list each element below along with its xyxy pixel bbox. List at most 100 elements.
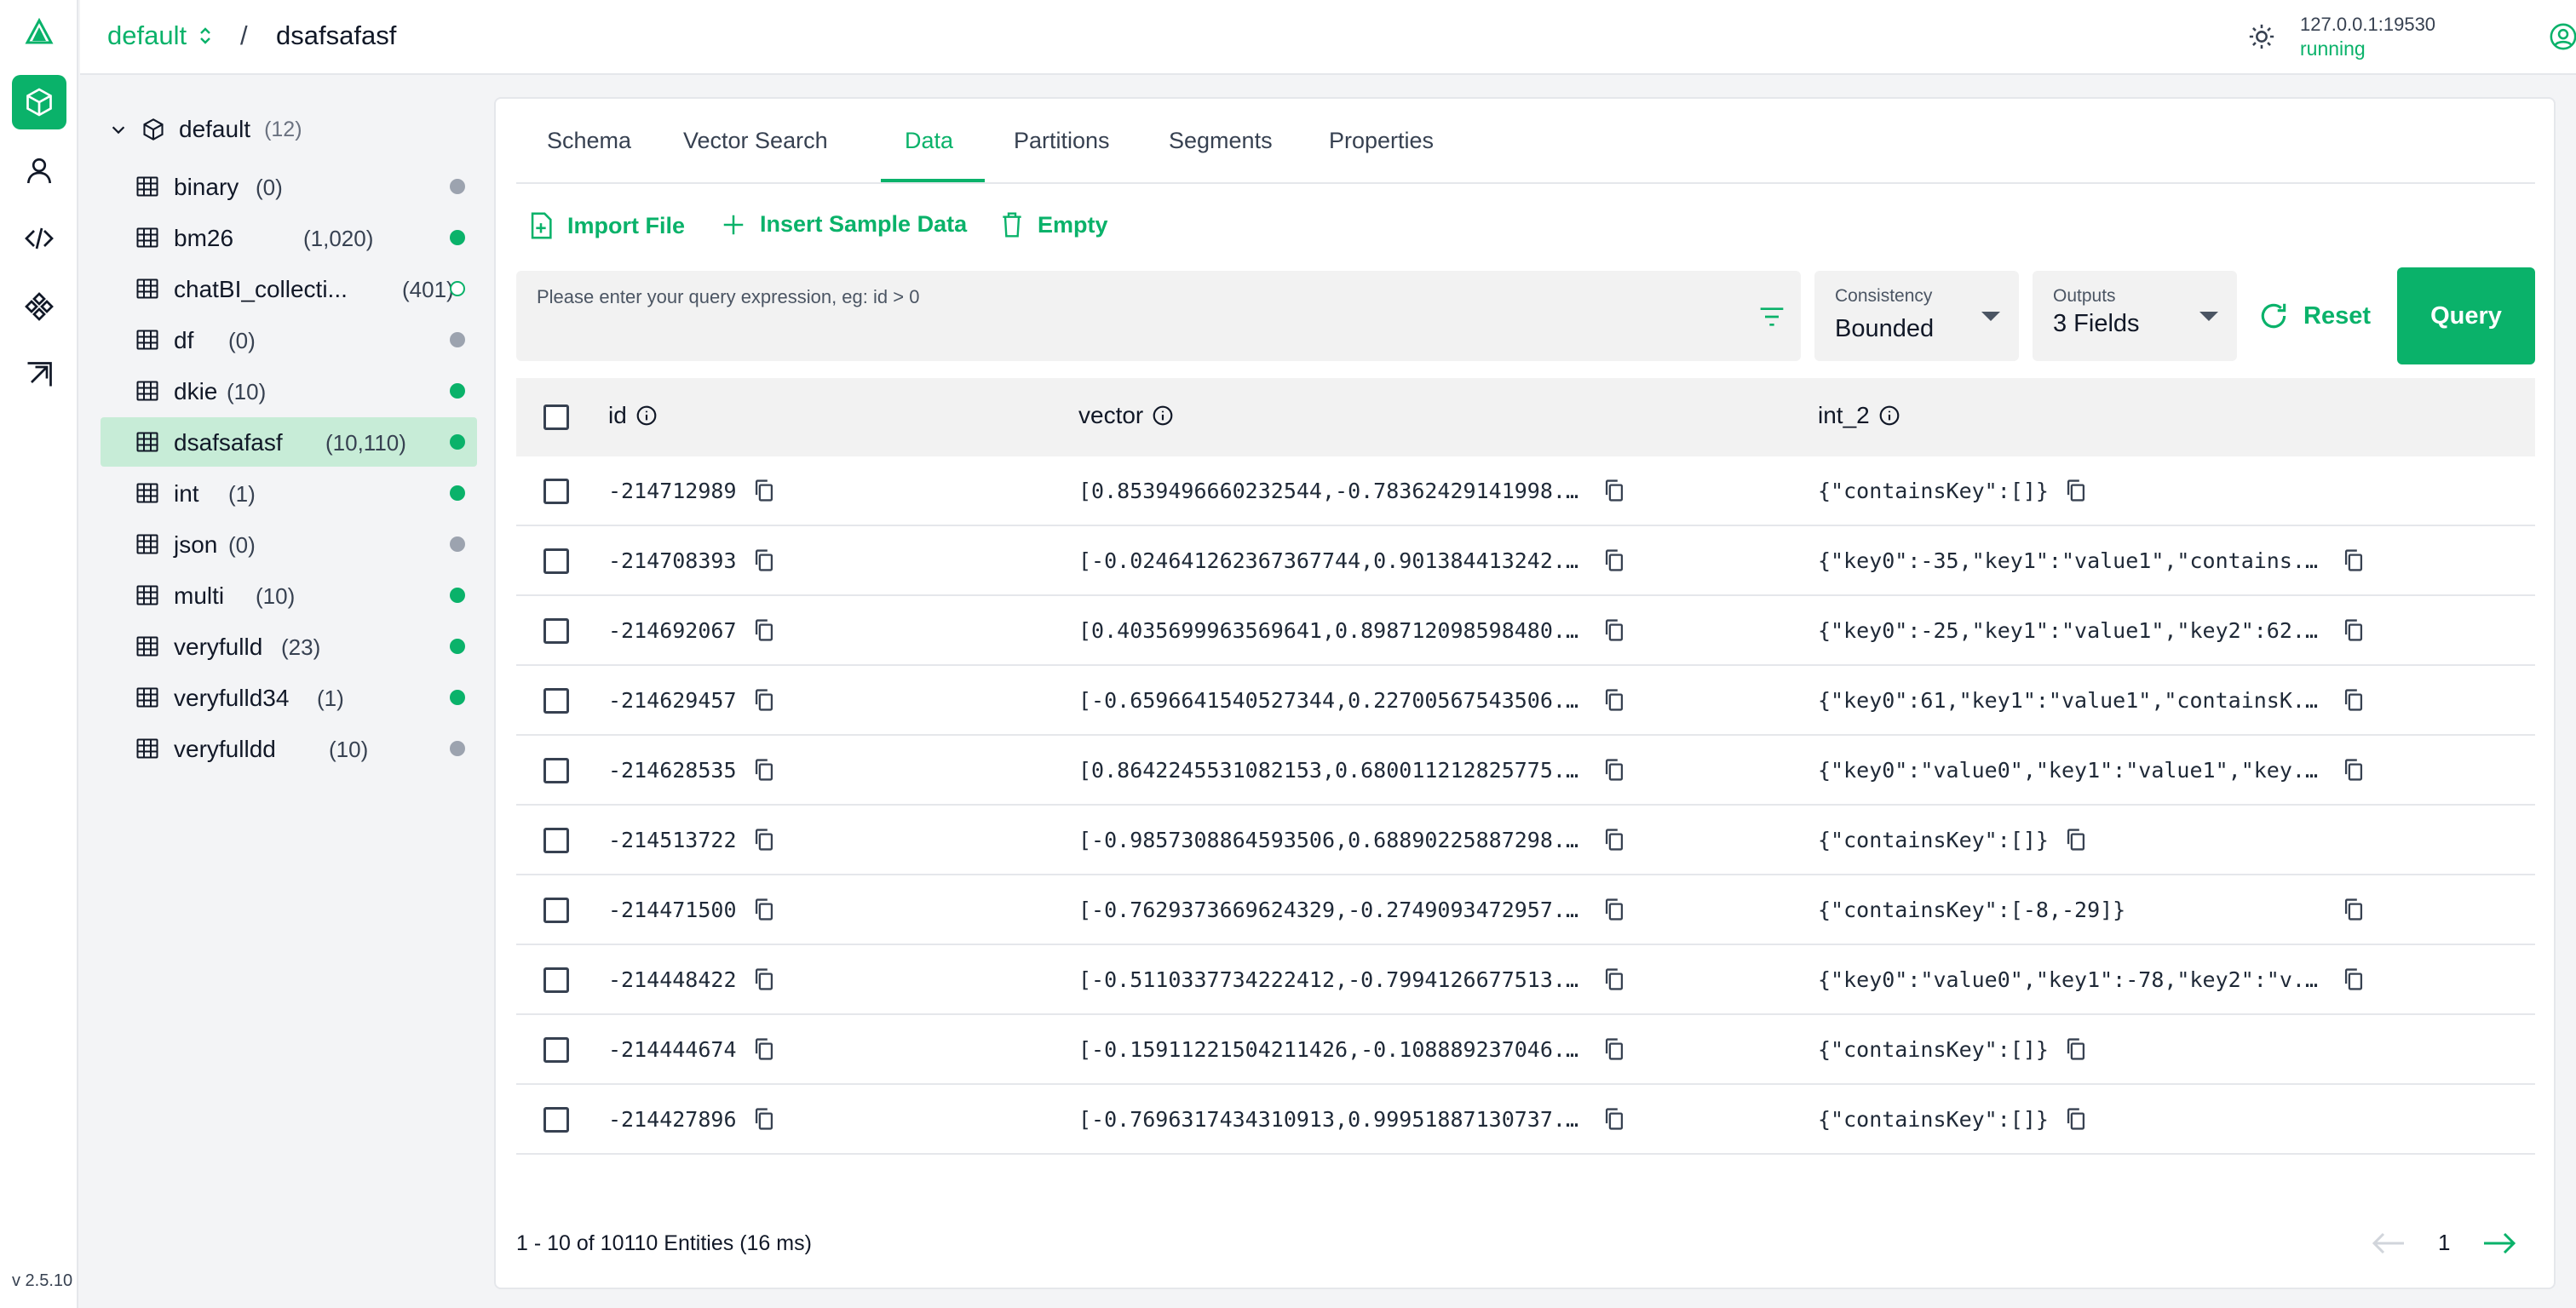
copy-vector-button[interactable]	[1603, 758, 1625, 786]
row-checkbox[interactable]	[543, 898, 569, 923]
copy-id-button[interactable]	[753, 758, 775, 786]
copy-vector-button[interactable]	[1603, 548, 1625, 577]
tree-item-collection[interactable]: veryfulld34 (1)	[101, 673, 477, 722]
info-icon[interactable]	[1878, 404, 1900, 427]
row-checkbox[interactable]	[543, 1107, 569, 1133]
table-row[interactable]: -214448422 [-0.5110337734222412,-0.799412…	[516, 945, 2535, 1015]
copy-icon[interactable]	[753, 479, 775, 502]
chevron-down-icon[interactable]	[109, 120, 128, 139]
copy-icon[interactable]	[753, 898, 775, 921]
table-row[interactable]: -214708393 [-0.024641262367367744,0.90138…	[516, 526, 2535, 596]
filter-icon[interactable]	[1758, 305, 1785, 329]
column-header-int-2[interactable]: int_2	[1818, 402, 1900, 429]
tree-item-collection[interactable]: veryfulldd (10)	[101, 724, 477, 773]
copy-vector-button[interactable]	[1603, 967, 1625, 995]
row-checkbox[interactable]	[543, 967, 569, 993]
copy-icon[interactable]	[1603, 967, 1625, 991]
copy-int-2-button[interactable]	[2343, 967, 2365, 995]
tree-item-collection[interactable]: df (0)	[101, 315, 477, 364]
column-header-vector[interactable]: vector	[1078, 402, 1174, 429]
table-row[interactable]: -214629457 [-0.6596641540527344,0.2270056…	[516, 666, 2535, 736]
copy-icon[interactable]	[2343, 548, 2365, 572]
table-row[interactable]: -214513722 [-0.9857308864593506,0.6889022…	[516, 806, 2535, 875]
tree-item-collection[interactable]: json (0)	[101, 519, 477, 569]
row-checkbox[interactable]	[543, 1037, 569, 1063]
copy-id-button[interactable]	[753, 828, 775, 856]
copy-icon[interactable]	[1603, 688, 1625, 712]
copy-int-2-button[interactable]	[2343, 618, 2365, 646]
tree-item-collection[interactable]: dsafsafasf (10,110)	[101, 417, 477, 467]
query-button[interactable]: Query	[2397, 267, 2535, 364]
copy-id-button[interactable]	[753, 618, 775, 646]
table-row[interactable]: -214427896 [-0.7696317434310913,0.9995188…	[516, 1085, 2535, 1155]
copy-int-2-button[interactable]	[2343, 898, 2365, 926]
copy-icon[interactable]	[2065, 479, 2087, 502]
tree-item-collection[interactable]: veryfulld (23)	[101, 622, 477, 671]
copy-id-button[interactable]	[753, 967, 775, 995]
info-icon[interactable]	[1152, 404, 1174, 427]
copy-icon[interactable]	[1603, 898, 1625, 921]
insert-sample-data-button[interactable]: Insert Sample Data	[721, 211, 967, 238]
copy-vector-button[interactable]	[1603, 688, 1625, 716]
tree-item-collection[interactable]: chatBI_collecti... (401)	[101, 264, 477, 313]
tab-properties[interactable]: Properties	[1329, 128, 1434, 154]
copy-int-2-button[interactable]	[2065, 828, 2087, 856]
copy-id-button[interactable]	[753, 479, 775, 507]
copy-icon[interactable]	[1603, 548, 1625, 572]
copy-id-button[interactable]	[753, 688, 775, 716]
column-header-id[interactable]: id	[608, 402, 658, 429]
copy-icon[interactable]	[753, 967, 775, 991]
copy-icon[interactable]	[2343, 758, 2365, 782]
copy-int-2-button[interactable]	[2065, 479, 2087, 507]
copy-vector-button[interactable]	[1603, 828, 1625, 856]
copy-int-2-button[interactable]	[2343, 548, 2365, 577]
outputs-select[interactable]: Outputs 3 Fields	[2033, 271, 2237, 361]
nav-plugins[interactable]	[12, 279, 66, 334]
copy-vector-button[interactable]	[1603, 479, 1625, 507]
nav-external-link[interactable]	[12, 347, 66, 402]
tree-item-collection[interactable]: bm26 (1,020)	[101, 213, 477, 262]
nav-code[interactable]	[12, 211, 66, 266]
copy-icon[interactable]	[2343, 618, 2365, 642]
table-row[interactable]: -214444674 [-0.15911221504211426,-0.10888…	[516, 1015, 2535, 1085]
copy-icon[interactable]	[753, 618, 775, 642]
database-selector[interactable]: default	[107, 20, 214, 51]
row-checkbox[interactable]	[543, 688, 569, 714]
account-icon[interactable]	[2549, 22, 2576, 51]
copy-id-button[interactable]	[753, 1037, 775, 1065]
tree-root-database[interactable]: default (12)	[109, 109, 302, 150]
copy-icon[interactable]	[753, 548, 775, 572]
copy-icon[interactable]	[2343, 967, 2365, 991]
current-page[interactable]: 1	[2438, 1230, 2450, 1256]
nav-databases[interactable]	[12, 75, 66, 129]
tab-schema[interactable]: Schema	[547, 128, 631, 154]
tree-item-collection[interactable]: binary (0)	[101, 162, 477, 211]
copy-int-2-button[interactable]	[2343, 688, 2365, 716]
info-icon[interactable]	[635, 404, 658, 427]
row-checkbox[interactable]	[543, 828, 569, 853]
consistency-select[interactable]: Consistency Bounded	[1814, 271, 2019, 361]
copy-icon[interactable]	[753, 1037, 775, 1061]
row-checkbox[interactable]	[543, 758, 569, 783]
copy-icon[interactable]	[1603, 1037, 1625, 1061]
copy-vector-button[interactable]	[1603, 1037, 1625, 1065]
tab-segments[interactable]: Segments	[1169, 128, 1273, 154]
copy-icon[interactable]	[753, 828, 775, 852]
copy-icon[interactable]	[2065, 1037, 2087, 1061]
arrow-left-icon[interactable]	[2370, 1228, 2407, 1259]
copy-icon[interactable]	[1603, 1107, 1625, 1131]
table-row[interactable]: -214628535 [0.8642245531082153,0.68001121…	[516, 736, 2535, 806]
copy-icon[interactable]	[2065, 1107, 2087, 1131]
select-all-checkbox[interactable]	[543, 404, 569, 430]
copy-icon[interactable]	[2343, 898, 2365, 921]
arrow-right-icon[interactable]	[2481, 1228, 2518, 1259]
copy-icon[interactable]	[1603, 479, 1625, 502]
table-row[interactable]: -214712989 [0.8539496660232544,-0.7836242…	[516, 456, 2535, 526]
copy-icon[interactable]	[753, 1107, 775, 1131]
tree-item-collection[interactable]: multi (10)	[101, 571, 477, 620]
row-checkbox[interactable]	[543, 548, 569, 574]
copy-int-2-button[interactable]	[2065, 1037, 2087, 1065]
copy-vector-button[interactable]	[1603, 898, 1625, 926]
nav-users[interactable]	[12, 143, 66, 198]
table-row[interactable]: -214692067 [0.4035699963569641,0.89871209…	[516, 596, 2535, 666]
